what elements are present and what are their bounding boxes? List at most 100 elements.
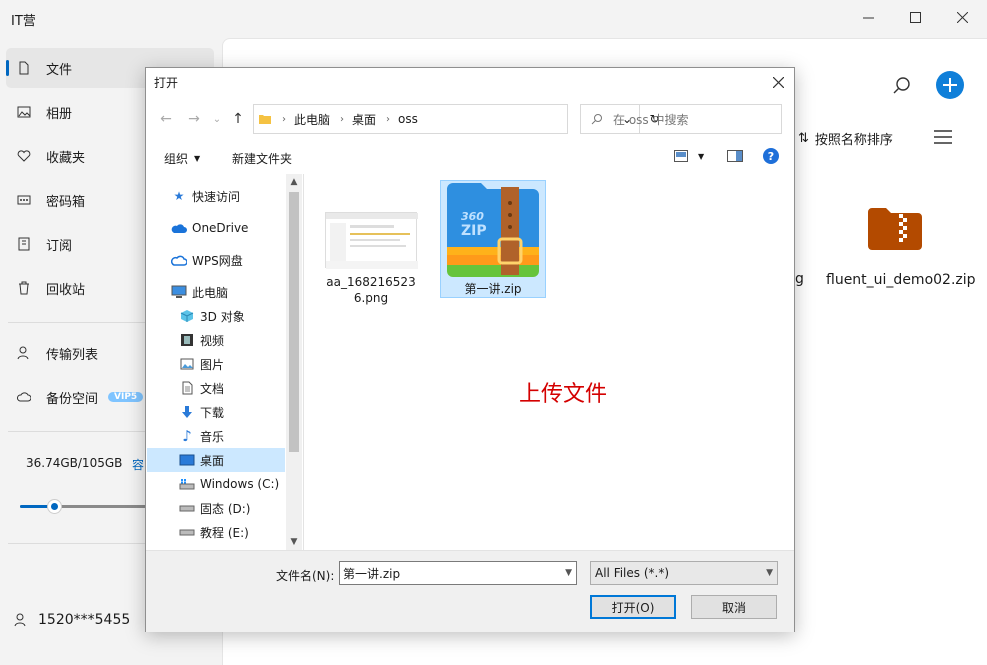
close-icon [956, 11, 968, 23]
tree-scrollbar[interactable]: ▲ ▼ [286, 174, 302, 550]
user-account[interactable]: 1520***5455 [14, 612, 130, 628]
tree-item-label: 此电脑 [192, 285, 229, 300]
chevron-down-icon[interactable]: ▼ [565, 568, 572, 578]
file-item[interactable]: aa_1682165236.png [318, 202, 424, 312]
search-input[interactable]: 在 oss 中搜索 [580, 104, 782, 134]
sidebar-item-label: 传输列表 [46, 347, 99, 363]
filename-value: 第一讲.zip [343, 566, 401, 581]
caret-down-icon: ▼ [698, 151, 705, 161]
tree-item-videos[interactable]: 视频 [147, 328, 285, 352]
sort-button[interactable]: ⇅ 按照名称排序 [798, 129, 893, 148]
tree-item-quick-access[interactable]: ★ 快速访问 [147, 184, 285, 208]
tree-item-this-pc[interactable]: 此电脑 [147, 280, 285, 304]
organize-button[interactable]: 组织 ▼ [164, 150, 200, 167]
history-dropdown[interactable]: ⌄ [209, 111, 225, 127]
address-bar[interactable]: › 此电脑 › 桌面 › oss ⌄ ↻ [253, 104, 660, 134]
storage-expand-link[interactable]: 容 [132, 456, 144, 473]
tree-item-drive-c[interactable]: Windows (C:) [147, 472, 285, 496]
upload-annotation: 上传文件 [519, 382, 608, 407]
tree-item-label: 音乐 [200, 429, 225, 444]
tree-item-documents[interactable]: 文档 [147, 376, 285, 400]
sidebar-item-label: 密码箱 [46, 194, 86, 210]
tree-item-pictures[interactable]: 图片 [147, 352, 285, 376]
open-button[interactable]: 打开(O) [590, 595, 676, 619]
drive-c-icon [179, 476, 195, 492]
active-indicator [6, 60, 9, 76]
scroll-thumb[interactable] [289, 192, 299, 452]
vip-badge: VIP5 [108, 392, 144, 402]
storage-progress [20, 499, 150, 514]
tree-item-label: WPS网盘 [192, 253, 243, 268]
view-options-button[interactable]: ▼ [674, 150, 704, 162]
menu-icon[interactable] [933, 129, 953, 145]
close-icon [772, 76, 784, 88]
add-button[interactable] [936, 71, 964, 99]
back-button[interactable]: ← [158, 111, 174, 127]
tree-item-label: 固态 (D:) [200, 501, 251, 516]
open-button-label: 打开(O) [611, 600, 655, 615]
storage-usage: 36.74GB/105GB [26, 456, 123, 470]
divider [8, 543, 148, 544]
wps-cloud-icon [171, 252, 187, 268]
help-button[interactable]: ? [763, 148, 779, 164]
filename-input[interactable]: 第一讲.zip ▼ [339, 561, 577, 585]
scroll-down-icon[interactable]: ▼ [286, 534, 302, 550]
chevron-down-icon: ⌄ [212, 113, 222, 125]
album-icon [16, 104, 32, 120]
file-name: 第一讲.zip [464, 282, 522, 296]
scroll-up-icon[interactable]: ▲ [286, 174, 302, 190]
tree-item-wps-cloud[interactable]: WPS网盘 [147, 248, 285, 272]
search-placeholder: 在 oss 中搜索 [613, 112, 689, 127]
tree-item-drive-d[interactable]: 固态 (D:) [147, 496, 285, 520]
view-icon [674, 150, 688, 162]
tree-item-drive-e[interactable]: 教程 (E:) [147, 520, 285, 544]
drive-icon [179, 500, 195, 516]
tree-item-3d-objects[interactable]: 3D 对象 [147, 304, 285, 328]
tree-item-onedrive[interactable]: OneDrive [147, 216, 285, 240]
open-file-dialog: 打开 ← → ⌄ ↑ › 此电脑 › 桌面 › oss ⌄ ↻ 在 oss 中搜… [145, 67, 795, 632]
breadcrumb-separator: › [386, 113, 391, 125]
search-icon [591, 113, 603, 125]
divider [8, 431, 148, 432]
breadcrumb-item[interactable]: 此电脑 [294, 111, 330, 128]
arrow-left-icon: ← [160, 111, 172, 127]
music-icon: ♪ [182, 427, 192, 445]
heart-icon [16, 148, 32, 164]
cancel-button[interactable]: 取消 [691, 595, 777, 619]
tree-item-label: 图片 [200, 357, 225, 372]
star-icon: ★ [173, 189, 185, 203]
file-icon [16, 60, 32, 76]
maximize-button[interactable] [892, 0, 938, 34]
tree-item-label: 下载 [200, 405, 225, 420]
preview-pane-button[interactable] [727, 150, 743, 162]
breadcrumb-item[interactable]: 桌面 [352, 111, 376, 128]
dialog-close-button[interactable] [762, 68, 794, 96]
tree-item-label: Windows (C:) [200, 477, 280, 491]
tree-item-desktop[interactable]: 桌面 [147, 448, 285, 472]
search-icon[interactable] [890, 74, 914, 98]
cancel-button-label: 取消 [721, 600, 746, 615]
sort-label: 按照名称排序 [814, 133, 893, 148]
document-icon [179, 380, 195, 396]
filetype-select[interactable]: All Files (*.*) ▼ [590, 561, 778, 585]
close-button[interactable] [939, 0, 985, 34]
tree-item-label: 桌面 [200, 453, 225, 468]
desktop-icon [179, 452, 195, 468]
divider [8, 322, 148, 323]
cube-icon [179, 308, 195, 324]
new-folder-button[interactable]: 新建文件夹 [232, 150, 292, 167]
tree-item-music[interactable]: ♪ 音乐 [147, 424, 285, 448]
up-button[interactable]: ↑ [230, 111, 246, 127]
forward-button[interactable]: → [186, 111, 202, 127]
file-item-selected[interactable]: 360 ZIP 第一讲.zip [440, 180, 546, 298]
360zip-icon: 360 ZIP [443, 181, 543, 279]
minimize-button[interactable] [845, 0, 891, 34]
zip-folder-icon[interactable] [866, 206, 924, 252]
breadcrumb-separator: › [340, 113, 345, 125]
breadcrumb-item[interactable]: oss [398, 112, 418, 126]
arrow-right-icon: → [188, 111, 200, 127]
sidebar-item-label: 回收站 [46, 282, 86, 298]
file-name[interactable]: fluent_ui_demo02.zip [826, 271, 976, 289]
tree-item-downloads[interactable]: 下载 [147, 400, 285, 424]
breadcrumb-separator: › [282, 113, 286, 125]
